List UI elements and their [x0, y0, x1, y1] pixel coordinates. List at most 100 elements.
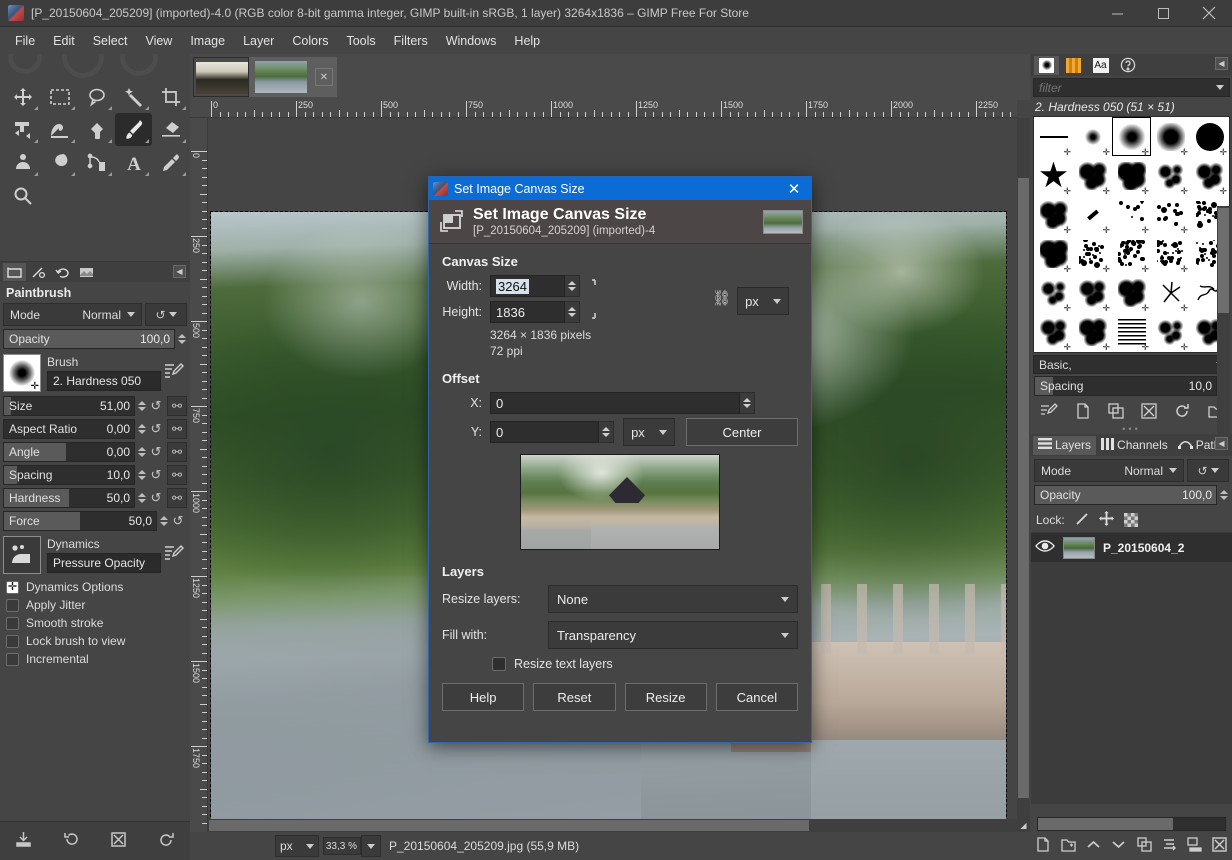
spacing-slider[interactable]: Spacing 10,0 — [3, 465, 135, 485]
new-layer-group-icon[interactable] — [1061, 837, 1076, 855]
lock-alpha-icon[interactable] — [1124, 513, 1138, 527]
tab-channels[interactable]: Channels — [1096, 436, 1173, 455]
chain-link-icon-bottom[interactable] — [580, 304, 602, 320]
reset-aspect-ratio-icon[interactable]: ↺ — [147, 421, 165, 437]
duplicate-layer-icon[interactable] — [1137, 837, 1152, 855]
resize-layers-combo[interactable]: None — [548, 585, 798, 613]
reset-button[interactable]: Reset — [533, 683, 615, 711]
reset-angle-icon[interactable]: ↺ — [147, 444, 165, 460]
opacity-slider[interactable]: Opacity 100,0 — [3, 329, 175, 349]
hardness-stepper[interactable] — [136, 493, 147, 503]
canvas-horizontal-scrollbar[interactable] — [208, 819, 1017, 832]
statusbar-zoom-combo[interactable]: 33,3 % — [323, 835, 381, 857]
incremental-checkbox[interactable]: Incremental — [0, 650, 190, 668]
canvas-preview[interactable] — [520, 454, 720, 550]
dynamics-preview-thumbnail[interactable] — [3, 536, 41, 574]
brush-cell[interactable]: ✛ — [1034, 312, 1073, 351]
maximize-button[interactable] — [1140, 0, 1186, 27]
angle-stepper[interactable] — [136, 447, 147, 457]
link-hardness-to-brush-icon[interactable]: ⚯ — [167, 488, 187, 508]
brush-cell[interactable]: ✛ — [1151, 195, 1190, 234]
lower-layer-icon[interactable] — [1111, 837, 1126, 855]
brushes-tab[interactable] — [1034, 56, 1059, 75]
paintbrush-tool[interactable] — [115, 113, 152, 146]
menu-windows[interactable]: Windows — [437, 30, 506, 52]
brush-cell[interactable]: ✛ — [1151, 156, 1190, 195]
link-angle-to-brush-icon[interactable]: ⚯ — [167, 442, 187, 462]
brush-cell[interactable]: ✛ — [1073, 117, 1112, 156]
layer-row[interactable]: P_20150604_2 — [1031, 532, 1232, 562]
brush-grid[interactable]: ✛✛✛✛✛✛✛✛✛✛✛✛✛✛✛✛✛✛✛✛✛✛✛✛✛✛✛✛✛✛✛✛✛✛✛ — [1033, 116, 1230, 353]
layer-visibility-icon[interactable] — [1035, 539, 1055, 556]
brush-cell[interactable]: ✛ — [1112, 156, 1151, 195]
layer-opacity-slider[interactable]: Opacity 100,0 — [1034, 485, 1217, 505]
brush-cell[interactable]: ✛ — [1073, 273, 1112, 312]
text-tool[interactable]: A — [115, 146, 152, 179]
brush-cell[interactable]: ✛ — [1151, 234, 1190, 273]
statusbar-unit-combo[interactable]: px — [275, 835, 319, 857]
dock-menu-button[interactable]: ◀ — [173, 265, 186, 278]
fonts-tab[interactable]: Aa — [1088, 56, 1113, 75]
anchor-layer-icon[interactable] — [1162, 837, 1177, 855]
resize-text-layers-checkbox[interactable]: Resize text layers — [442, 653, 798, 671]
zoom-tool[interactable] — [4, 179, 41, 212]
layer-opacity-stepper[interactable] — [1218, 490, 1229, 500]
brush-cell[interactable]: ✛ — [1034, 156, 1073, 195]
angle-slider[interactable]: Angle 0,00 — [3, 442, 135, 462]
offset-unit-combo[interactable]: px — [623, 418, 675, 446]
delete-layer-icon[interactable] — [1212, 837, 1227, 855]
layers-dock-menu-button[interactable]: ◀ — [1215, 437, 1228, 450]
warp-transform-tool[interactable] — [41, 113, 78, 146]
unified-transform-tool[interactable] — [4, 113, 41, 146]
menu-select[interactable]: Select — [84, 30, 137, 52]
reset-hardness-icon[interactable]: ↺ — [147, 490, 165, 506]
brush-filter-input[interactable] — [1039, 81, 1216, 95]
brush-cell[interactable]: ✛ — [1073, 156, 1112, 195]
aspect-ratio-slider[interactable]: Aspect Ratio 0,00 — [3, 419, 135, 439]
refresh-brushes-icon[interactable] — [1174, 403, 1190, 422]
cancel-button[interactable]: Cancel — [716, 683, 798, 711]
brush-cell[interactable]: ✛ — [1112, 312, 1151, 351]
image-thumb-tab-1[interactable] — [193, 57, 249, 97]
brush-spacing-slider[interactable]: Spacing 10,0 — [1034, 376, 1217, 396]
brush-preview-thumbnail[interactable]: ✛ — [3, 354, 41, 392]
merge-down-icon[interactable] — [1187, 837, 1202, 855]
menu-view[interactable]: View — [136, 30, 181, 52]
undo-history-tab[interactable] — [51, 263, 74, 281]
navigation-preview-icon[interactable]: ◢ — [1017, 819, 1030, 832]
opacity-stepper[interactable] — [176, 334, 187, 344]
chevron-down-icon[interactable] — [1216, 85, 1224, 90]
layers-scrollbar[interactable] — [1037, 817, 1226, 831]
brush-cell[interactable]: ✛ — [1034, 117, 1073, 156]
size-slider[interactable]: Size 51,00 — [3, 396, 135, 416]
width-stepper[interactable] — [565, 275, 580, 297]
blur-sharpen-tool[interactable] — [41, 146, 78, 179]
crop-tool[interactable] — [152, 80, 189, 113]
device-status-tab[interactable] — [27, 263, 50, 281]
chain-center-icon[interactable]: ⛓ — [712, 289, 731, 307]
menu-filters[interactable]: Filters — [385, 30, 437, 52]
offset-y-input[interactable]: 0 — [490, 421, 599, 443]
paint-mode-combo[interactable]: Mode Normal — [3, 303, 142, 326]
brush-cell[interactable]: ✛ — [1073, 312, 1112, 351]
brush-cell[interactable]: ✛ — [1073, 234, 1112, 273]
brush-cell[interactable]: ✛ — [1034, 234, 1073, 273]
brush-cell[interactable]: ✛ — [1034, 273, 1073, 312]
minimize-button[interactable] — [1094, 0, 1140, 27]
menu-image[interactable]: Image — [181, 30, 234, 52]
rectangle-select-tool[interactable] — [41, 80, 78, 113]
brush-cell[interactable]: ✛ — [1034, 195, 1073, 234]
offset-x-stepper[interactable] — [740, 392, 755, 414]
reset-spacing-icon[interactable]: ↺ — [147, 467, 165, 483]
menu-layer[interactable]: Layer — [234, 30, 283, 52]
free-select-tool[interactable] — [78, 80, 115, 113]
brush-cell[interactable]: ✛ — [1112, 195, 1151, 234]
smudge-tool[interactable] — [4, 146, 41, 179]
horizontal-ruler[interactable]: 0 250 500 750 1000 1250 1500 1750 2000 2250 — [190, 100, 1017, 118]
height-input[interactable]: 1836 — [490, 301, 565, 323]
hardness-slider[interactable]: Hardness 50,0 — [3, 488, 135, 508]
restore-tool-options-icon[interactable] — [63, 831, 80, 851]
tool-options-tab[interactable] — [3, 263, 26, 281]
menu-help[interactable]: Help — [505, 30, 549, 52]
lock-pixels-icon[interactable] — [1075, 512, 1089, 529]
